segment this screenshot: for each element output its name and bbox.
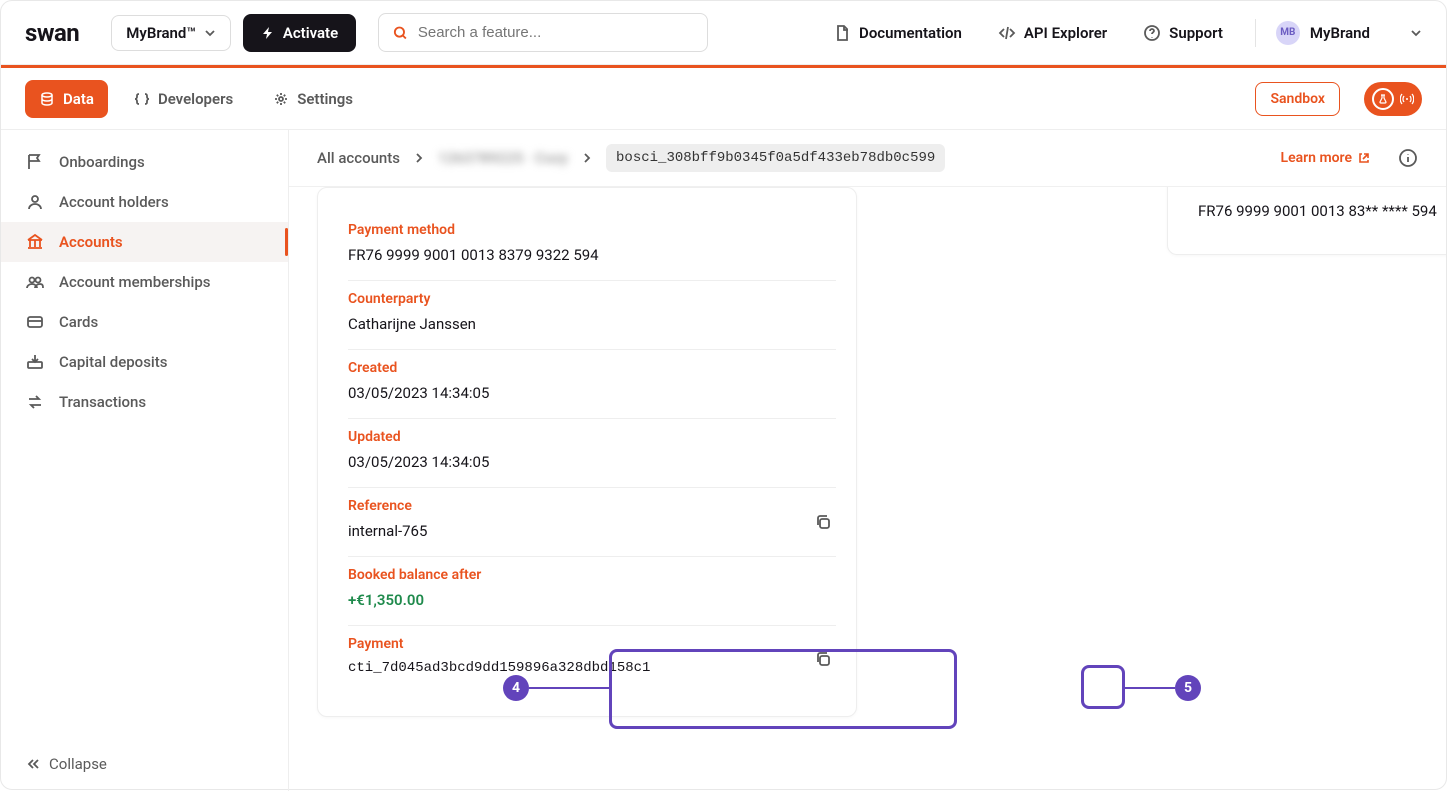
logo: swan	[25, 19, 79, 47]
tab-settings[interactable]: Settings	[259, 80, 367, 118]
tab-developers[interactable]: Developers	[120, 80, 247, 118]
deposit-icon	[25, 352, 45, 372]
field-payment-method: Payment method FR76 9999 9001 0013 8379 …	[348, 212, 836, 281]
sidebar-item-capital-deposits[interactable]: Capital deposits	[1, 342, 288, 382]
toggle-knob	[1372, 88, 1394, 110]
bolt-icon	[261, 26, 275, 40]
main: All accounts 1263789225 · Cozy bosci_308…	[289, 130, 1446, 791]
sidebar-item-account-holders[interactable]: Account holders	[1, 182, 288, 222]
field-created: Created 03/05/2023 14:34:05	[348, 350, 836, 419]
annotation-highlight-5	[1081, 665, 1125, 709]
external-link-icon	[1358, 152, 1370, 164]
callout-line-4	[529, 687, 609, 689]
user-name: MyBrand	[1310, 24, 1370, 42]
divider	[1255, 19, 1256, 47]
callout-5: 5	[1175, 675, 1201, 701]
sidebar-item-onboardings[interactable]: Onboardings	[1, 142, 288, 182]
transaction-details-card: Payment method FR76 9999 9001 0013 8379 …	[317, 187, 857, 717]
collapse-button[interactable]: Collapse	[1, 737, 288, 791]
search-box[interactable]	[378, 13, 708, 52]
search-icon	[393, 25, 408, 41]
breadcrumb-id[interactable]: bosci_308bff9b0345f0a5df433eb78db0c599	[606, 144, 945, 172]
support-link[interactable]: Support	[1143, 24, 1223, 42]
sidebar-item-accounts[interactable]: Accounts	[1, 222, 288, 262]
field-booked-balance: Booked balance after +€1,350.00	[348, 557, 836, 626]
body: Onboardings Account holders Accounts Acc…	[1, 130, 1446, 791]
info-icon[interactable]	[1398, 148, 1418, 168]
callout-4: 4	[503, 675, 529, 701]
card-icon	[25, 312, 45, 332]
app-header: swan MyBrand™ Activate Documentation API…	[1, 1, 1446, 65]
bank-icon	[25, 232, 45, 252]
database-icon	[39, 91, 55, 107]
chevron-right-icon	[414, 153, 424, 163]
search-input[interactable]	[418, 24, 693, 41]
copy-payment-button[interactable]	[810, 646, 836, 672]
sidebar-item-cards[interactable]: Cards	[1, 302, 288, 342]
help-icon	[1143, 24, 1161, 42]
brand-name: MyBrand™	[126, 24, 196, 42]
transfer-icon	[25, 392, 45, 412]
sidebar: Onboardings Account holders Accounts Acc…	[1, 130, 289, 791]
content-area: Payment method FR76 9999 9001 0013 8379 …	[289, 187, 1446, 791]
field-updated: Updated 03/05/2023 14:34:05	[348, 419, 836, 488]
field-reference: Reference internal-765	[348, 488, 836, 557]
flag-icon	[25, 152, 45, 172]
copy-icon	[814, 650, 832, 668]
tabs-row: Data Developers Settings Sandbox	[1, 68, 1446, 130]
sandbox-button[interactable]: Sandbox	[1255, 82, 1340, 116]
learn-more-link[interactable]: Learn more	[1281, 150, 1370, 166]
field-payment: Payment cti_7d045ad3bcd9dd159896a328dbd1…	[348, 626, 836, 692]
activate-button[interactable]: Activate	[243, 14, 356, 52]
document-icon	[833, 24, 851, 42]
collapse-icon	[25, 756, 41, 772]
iban-masked: FR76 9999 9001 0013 83** **** 594	[1198, 202, 1446, 220]
breadcrumb-account[interactable]: 1263789225 · Cozy	[438, 149, 568, 167]
people-icon	[25, 272, 45, 292]
broadcast-icon	[1400, 92, 1414, 106]
copy-icon	[814, 513, 832, 531]
person-icon	[25, 192, 45, 212]
avatar: MB	[1276, 21, 1300, 45]
creditor-card: FR76 9999 9001 0013 83** **** 594	[1167, 187, 1446, 255]
docs-link[interactable]: Documentation	[833, 24, 962, 42]
api-explorer-link[interactable]: API Explorer	[998, 24, 1107, 42]
chevron-right-icon	[582, 153, 592, 163]
gear-icon	[273, 91, 289, 107]
environment-toggle[interactable]	[1364, 82, 1422, 116]
sidebar-item-transactions[interactable]: Transactions	[1, 382, 288, 422]
chevron-down-icon	[1410, 27, 1422, 39]
tab-data[interactable]: Data	[25, 80, 108, 118]
breadcrumb: All accounts 1263789225 · Cozy bosci_308…	[289, 130, 1446, 187]
user-menu[interactable]: MB MyBrand	[1276, 21, 1422, 45]
chevron-down-icon	[204, 27, 216, 39]
brand-selector[interactable]: MyBrand™	[111, 15, 231, 51]
callout-line-5	[1125, 687, 1175, 689]
code-brackets-icon	[134, 91, 150, 107]
activate-label: Activate	[283, 24, 338, 42]
flask-icon	[1377, 93, 1389, 105]
code-icon	[998, 24, 1016, 42]
sidebar-item-memberships[interactable]: Account memberships	[1, 262, 288, 302]
copy-reference-button[interactable]	[810, 509, 836, 535]
field-counterparty: Counterparty Catharijne Janssen	[348, 281, 836, 350]
breadcrumb-root[interactable]: All accounts	[317, 149, 400, 167]
